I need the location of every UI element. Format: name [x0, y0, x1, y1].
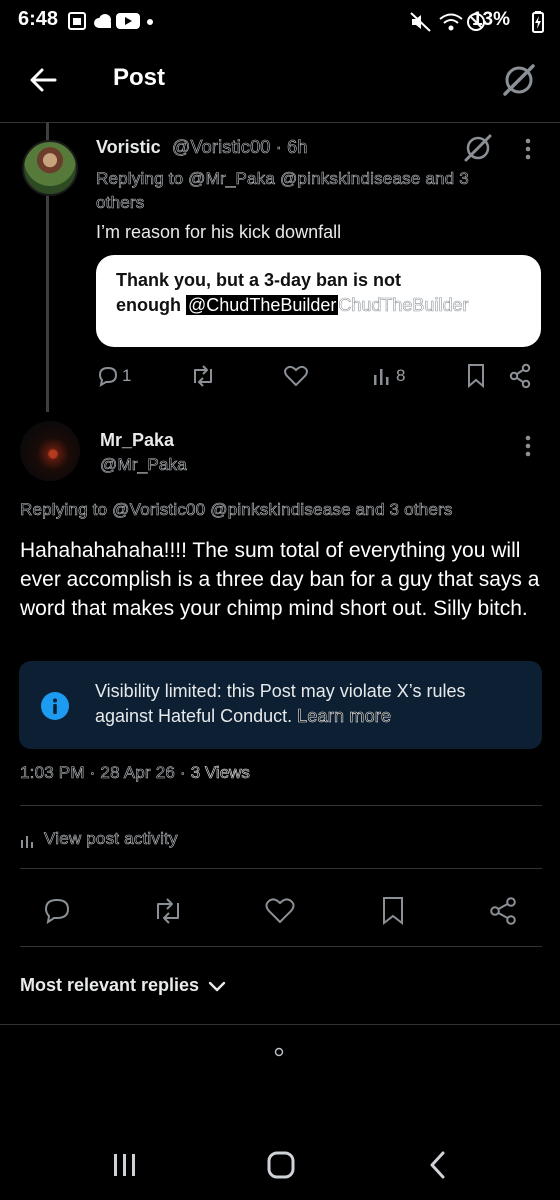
visibility-notice: Visibility limited: this Post may violat…	[19, 661, 542, 749]
top-app-bar: Post	[0, 44, 560, 123]
bookmark-icon[interactable]	[466, 363, 486, 389]
avatar[interactable]	[22, 140, 78, 196]
author-name[interactable]: Voristic	[96, 137, 161, 158]
dot-icon	[147, 19, 153, 25]
views-icon[interactable]	[372, 365, 394, 387]
battery-percent: 13%	[471, 9, 510, 30]
divider	[20, 946, 542, 947]
reply-icon[interactable]	[42, 896, 72, 926]
quote-ghost-text: ChudTheBuilder	[338, 295, 469, 316]
page-title: Post	[113, 64, 166, 91]
arrow-left-icon[interactable]	[28, 65, 58, 95]
reply-icon	[98, 366, 118, 388]
quote-text-line2: enough @ChudTheBuilder ChudTheBuilder	[116, 295, 469, 316]
view-post-activity-link[interactable]: View post activity	[44, 829, 178, 849]
wifi-icon	[438, 11, 464, 33]
author-name[interactable]: Mr_Paka	[100, 430, 174, 451]
quote-text-line1: Thank you, but a 3-day ban is not	[116, 270, 402, 290]
reply-button[interactable]	[96, 364, 120, 388]
analytics-icon	[20, 833, 36, 849]
divider	[20, 805, 542, 806]
repost-icon[interactable]	[189, 363, 217, 389]
post-text: I’m reason for his kick downfall	[96, 222, 342, 242]
author-handle[interactable]: @Mr_Paka	[100, 455, 187, 475]
system-nav-bar	[0, 1120, 560, 1200]
grok-icon[interactable]	[463, 133, 493, 163]
reply-count: 1	[122, 366, 132, 385]
more-options-icon[interactable]	[524, 137, 532, 161]
post-meta: 1:03 PM · 28 Apr 26 · 3 Views	[20, 763, 251, 783]
timestamp: 1:03 PM · 28 Apr 26 ·	[20, 763, 191, 783]
author-handle[interactable]: @Voristic00 · 6h	[172, 137, 308, 158]
divider	[0, 1024, 560, 1025]
share-icon[interactable]	[488, 896, 518, 926]
replying-to[interactable]: Replying to @Mr_Paka @pinkskindisease an…	[96, 167, 496, 215]
quote-mention: @ChudTheBuilder	[186, 295, 339, 315]
info-icon	[41, 692, 69, 720]
status-time: 6:48	[18, 8, 59, 30]
post-text: Hahahahahaha!!!! The sum total of everyt…	[20, 539, 540, 620]
recent-apps-icon[interactable]	[112, 1152, 138, 1178]
mute-icon	[410, 12, 432, 32]
battery-icon	[532, 11, 544, 33]
like-icon[interactable]	[264, 897, 296, 925]
cloud-icon	[92, 13, 114, 29]
grok-icon[interactable]	[501, 62, 537, 98]
avatar[interactable]	[20, 421, 80, 481]
bookmark-icon[interactable]	[381, 896, 405, 926]
replying-to[interactable]: Replying to @Voristic00 @pinkskindisease…	[20, 500, 453, 520]
quoted-image[interactable]: Thank you, but a 3-day ban is not enough…	[96, 255, 541, 347]
back-icon[interactable]	[428, 1151, 448, 1179]
home-icon[interactable]	[267, 1151, 295, 1179]
views-count[interactable]: 3 Views	[190, 763, 250, 783]
repost-icon[interactable]	[151, 896, 185, 926]
more-options-icon[interactable]	[524, 434, 532, 458]
like-icon[interactable]	[283, 364, 309, 388]
view-count: 8	[396, 366, 406, 385]
loading-indicator-icon	[274, 1047, 284, 1057]
divider	[20, 868, 542, 869]
chevron-down-icon[interactable]	[208, 980, 226, 994]
status-bar: 6:48 13%	[0, 0, 560, 44]
youtube-icon	[116, 12, 140, 30]
learn-more-link[interactable]: Learn more	[297, 706, 391, 727]
replies-sort-dropdown[interactable]: Most relevant replies	[20, 975, 199, 996]
notice-text: Visibility limited: this Post may violat…	[95, 681, 466, 727]
sim-icon	[68, 12, 88, 30]
share-icon[interactable]	[508, 363, 532, 389]
